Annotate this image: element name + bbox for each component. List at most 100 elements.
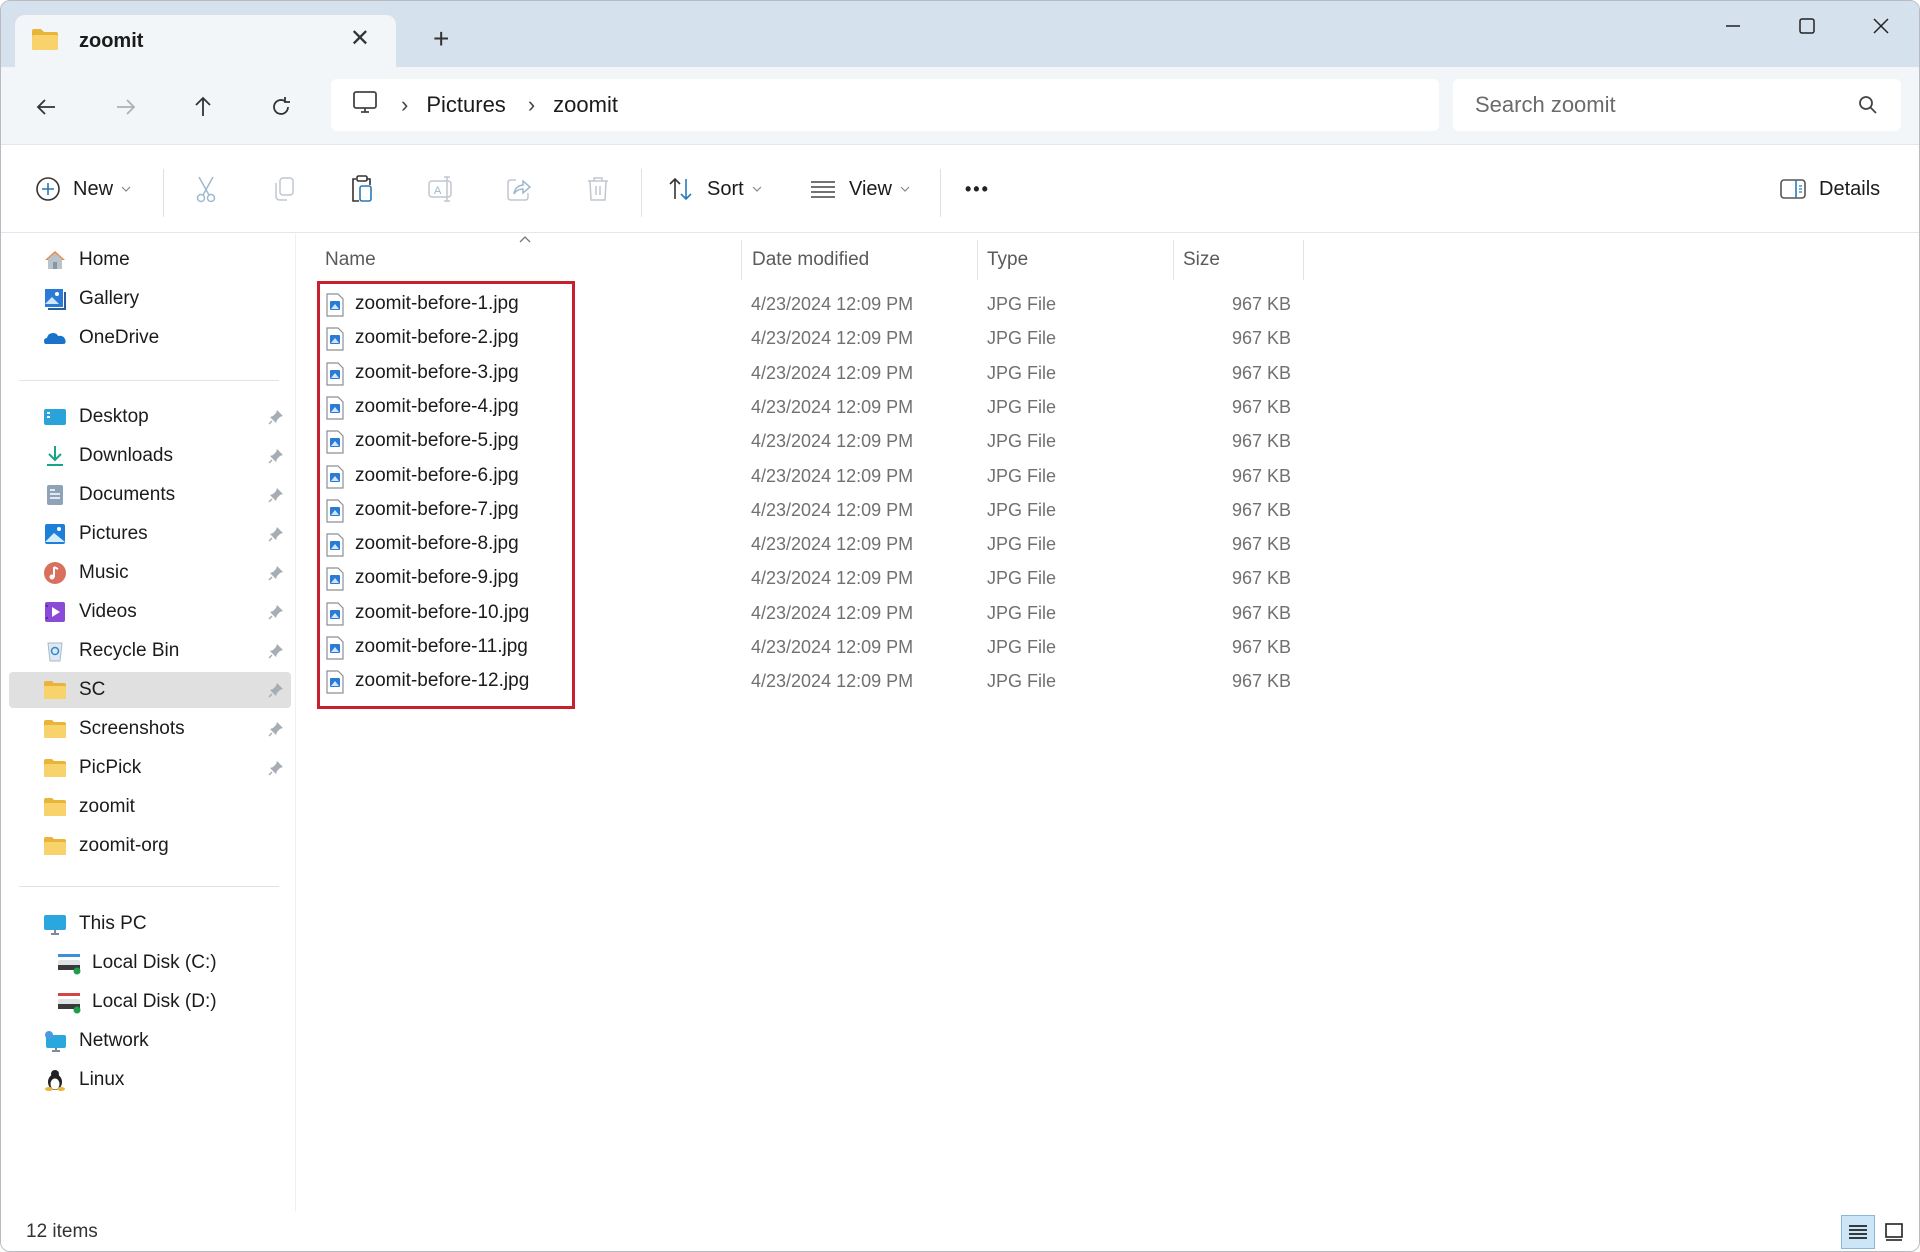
pin-icon[interactable] — [267, 603, 285, 621]
documents-icon — [47, 485, 63, 505]
file-row[interactable]: zoomit-before-11.jpg 4/23/2024 12:09 PM JP… — [325, 630, 1595, 664]
drive-d-icon — [58, 993, 81, 1014]
pin-icon[interactable] — [267, 564, 285, 582]
back-button[interactable] — [29, 89, 65, 125]
sidebar-item-documents[interactable]: Documents — [9, 477, 291, 513]
search-icon[interactable] — [1857, 94, 1879, 121]
sidebar-item-music[interactable]: Music — [9, 555, 291, 591]
sidebar-item-videos[interactable]: Videos — [9, 594, 291, 630]
sidebar-item-zoomit-org[interactable]: zoomit-org — [9, 828, 291, 864]
file-row[interactable]: zoomit-before-7.jpg 4/23/2024 12:09 PM JPG… — [325, 493, 1595, 527]
tab-zoomit[interactable]: zoomit ✕ — [15, 15, 396, 67]
column-header-name[interactable]: Name — [325, 240, 725, 280]
sidebar-item-picpick[interactable]: PicPick — [9, 750, 291, 786]
sidebar-item-this-pc[interactable]: This PC — [9, 906, 291, 942]
view-label: View — [849, 177, 892, 200]
file-row[interactable]: zoomit-before-2.jpg 4/23/2024 12:09 PM JPG… — [325, 321, 1595, 355]
large-icons-view-button[interactable] — [1877, 1215, 1911, 1249]
sidebar-item-onedrive[interactable]: OneDrive — [9, 320, 291, 356]
sidebar-item-screenshots[interactable]: Screenshots — [9, 711, 291, 747]
new-tab-button[interactable]: + — [433, 25, 449, 53]
file-row[interactable]: zoomit-before-1.jpg 4/23/2024 12:09 PM JPG… — [325, 287, 1595, 321]
file-size: 967 KB — [1231, 602, 1291, 623]
toolbar-divider — [940, 169, 941, 217]
sidebar-item-pictures[interactable]: Pictures — [9, 516, 291, 552]
sidebar-item-recycle-bin[interactable]: Recycle Bin — [9, 633, 291, 669]
column-divider[interactable] — [1303, 240, 1304, 280]
file-row[interactable]: zoomit-before-5.jpg 4/23/2024 12:09 PM JPG… — [325, 424, 1595, 458]
file-type: JPG File — [987, 499, 1057, 520]
pin-icon[interactable] — [267, 642, 285, 660]
file-name: zoomit-before-12.jpg — [355, 670, 530, 692]
pin-icon[interactable] — [267, 720, 285, 738]
close-window-button[interactable] — [1861, 11, 1901, 41]
sidebar-item-local-disk-c[interactable]: Local Disk (C:) — [9, 945, 291, 981]
file-row[interactable]: zoomit-before-6.jpg 4/23/2024 12:09 PM JPG… — [325, 459, 1595, 493]
pin-icon[interactable] — [267, 447, 285, 465]
drive-c-icon — [58, 954, 81, 975]
image-file-icon — [326, 499, 344, 523]
file-row[interactable]: zoomit-before-12.jpg 4/23/2024 12:09 PM JP… — [325, 664, 1595, 698]
pin-icon[interactable] — [267, 486, 285, 504]
navigation-pane: Home Gallery OneDrive Desktop Downloads … — [1, 234, 296, 1224]
sidebar-item-network[interactable]: Network — [9, 1023, 291, 1059]
view-button[interactable]: View — [809, 169, 910, 209]
item-count: 12 items — [26, 1221, 98, 1242]
sidebar-item-linux[interactable]: Linux — [9, 1062, 291, 1098]
sidebar-item-local-disk-d[interactable]: Local Disk (D:) — [9, 984, 291, 1020]
up-button[interactable] — [185, 89, 221, 125]
pin-icon[interactable] — [267, 759, 285, 777]
folder-icon — [44, 798, 66, 816]
forward-button[interactable] — [107, 89, 143, 125]
sidebar-item-desktop[interactable]: Desktop — [9, 399, 291, 435]
more-icon: ••• — [965, 178, 990, 199]
refresh-button[interactable] — [263, 89, 299, 125]
image-file-icon — [326, 602, 344, 626]
maximize-button[interactable] — [1787, 11, 1827, 41]
sidebar-item-gallery[interactable]: Gallery — [9, 281, 291, 317]
column-divider[interactable] — [741, 240, 742, 280]
details-view-button[interactable] — [1841, 1215, 1875, 1249]
column-header-date-modified[interactable]: Date modified — [752, 240, 972, 280]
file-name: zoomit-before-5.jpg — [355, 430, 519, 452]
more-options-button[interactable]: ••• — [965, 169, 990, 209]
sidebar-item-zoomit[interactable]: zoomit — [9, 789, 291, 825]
file-date-modified: 4/23/2024 12:09 PM — [751, 637, 914, 657]
sidebar-item-sc[interactable]: SC — [9, 672, 291, 708]
delete-button[interactable] — [585, 169, 611, 209]
new-button[interactable]: New — [35, 169, 131, 209]
details-pane-button[interactable]: Details — [1779, 169, 1880, 209]
sort-button[interactable]: Sort — [667, 169, 762, 209]
file-size: 967 KB — [1231, 534, 1291, 555]
column-divider[interactable] — [1173, 240, 1174, 280]
address-bar[interactable]: › Pictures › zoomit — [331, 79, 1439, 131]
file-row[interactable]: zoomit-before-9.jpg 4/23/2024 12:09 PM JPG… — [325, 561, 1595, 595]
pin-icon[interactable] — [267, 681, 285, 699]
breadcrumb-pictures[interactable]: Pictures — [426, 92, 505, 118]
cut-button[interactable] — [193, 169, 219, 209]
minimize-button[interactable] — [1713, 11, 1753, 41]
file-row[interactable]: zoomit-before-8.jpg 4/23/2024 12:09 PM JPG… — [325, 527, 1595, 561]
breadcrumb-zoomit[interactable]: zoomit — [553, 92, 618, 118]
this-pc-icon — [44, 915, 66, 935]
file-row[interactable]: zoomit-before-10.jpg 4/23/2024 12:09 PM JP… — [325, 596, 1595, 630]
file-row[interactable]: zoomit-before-3.jpg 4/23/2024 12:09 PM JPG… — [325, 356, 1595, 390]
file-type: JPG File — [987, 328, 1057, 349]
share-button[interactable] — [505, 169, 533, 209]
search-input[interactable] — [1475, 92, 1835, 118]
file-type: JPG File — [987, 637, 1057, 657]
column-divider[interactable] — [977, 240, 978, 280]
column-header-size[interactable]: Size — [1183, 240, 1293, 280]
file-row[interactable]: zoomit-before-4.jpg 4/23/2024 12:09 PM JPG… — [325, 390, 1595, 424]
sidebar-item-downloads[interactable]: Downloads — [9, 438, 291, 474]
pin-icon[interactable] — [267, 408, 285, 426]
file-type: JPG File — [987, 362, 1057, 383]
tab-close-button[interactable]: ✕ — [350, 27, 370, 51]
file-name: zoomit-before-9.jpg — [355, 567, 519, 589]
paste-button[interactable] — [349, 169, 375, 209]
column-header-type[interactable]: Type — [987, 240, 1167, 280]
copy-button[interactable] — [271, 169, 297, 209]
rename-button[interactable]: A — [427, 169, 457, 209]
sidebar-item-home[interactable]: Home — [9, 242, 291, 278]
pin-icon[interactable] — [267, 525, 285, 543]
